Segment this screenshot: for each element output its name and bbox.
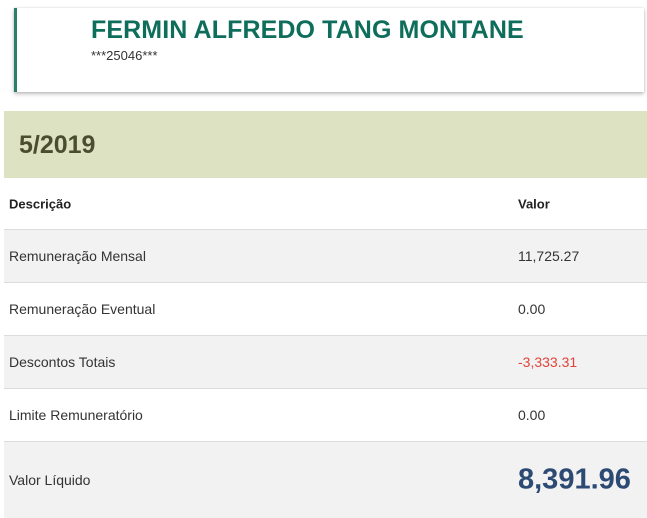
period-title: 5/2019 [19, 131, 96, 159]
employee-name: FERMIN ALFREDO TANG MONTANE [91, 16, 524, 44]
row-description: Limite Remuneratório [9, 407, 143, 423]
table-row: Descontos Totais -3,333.31 [4, 336, 647, 389]
row-value: 0.00 [518, 301, 546, 317]
column-header-value: Valor [518, 196, 550, 211]
table-row: Remuneração Mensal 11,725.27 [4, 230, 647, 283]
net-value-label: Valor Líquido [9, 472, 91, 488]
row-description: Descontos Totais [9, 354, 116, 370]
table-row: Limite Remuneratório 0.00 [4, 389, 647, 442]
masked-document-number: ***25046*** [91, 48, 158, 63]
row-value: 11,725.27 [518, 248, 580, 264]
row-description: Remuneração Mensal [9, 248, 146, 264]
employee-card: FERMIN ALFREDO TANG MONTANE ***25046*** [14, 8, 644, 92]
period-header: 5/2019 [4, 111, 647, 178]
table-header-row: Descrição Valor [4, 178, 647, 230]
row-value-negative: -3,333.31 [518, 354, 578, 370]
column-header-description: Descrição [9, 196, 72, 211]
row-description: Remuneração Eventual [9, 301, 156, 317]
net-value-amount: 8,391.96 [518, 463, 631, 496]
table-row: Remuneração Eventual 0.00 [4, 283, 647, 336]
salary-table: Descrição Valor Remuneração Mensal 11,72… [4, 178, 647, 518]
row-value: 0.00 [518, 407, 546, 423]
